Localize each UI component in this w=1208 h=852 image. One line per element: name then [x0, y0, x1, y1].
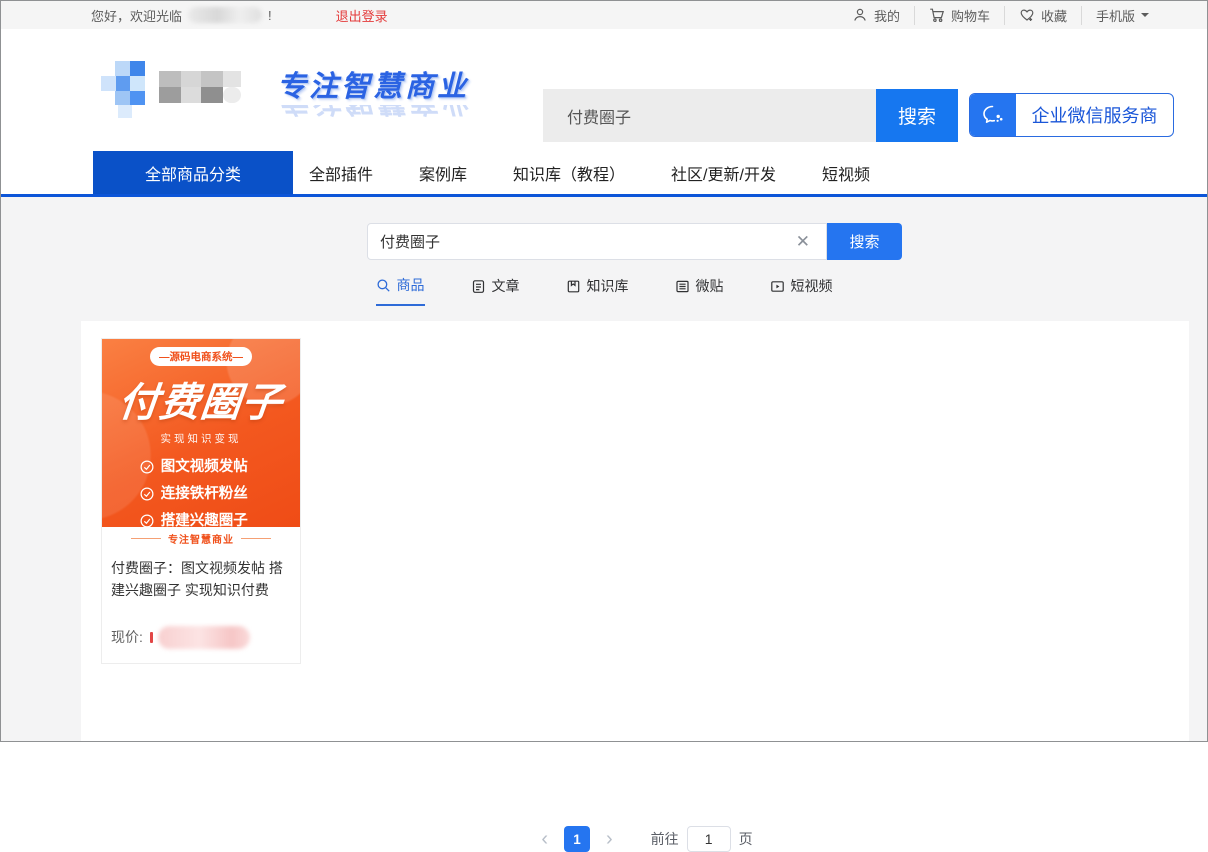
image-subtitle: 实现知识变现: [102, 431, 300, 446]
tab-knowledge-label: 知识库: [587, 276, 629, 296]
tab-goods[interactable]: 商品: [376, 275, 425, 306]
check-icon: [140, 460, 154, 474]
goto-page: 前往 页: [651, 826, 753, 852]
footer-line: [131, 538, 161, 539]
wecom-label: 企业微信服务商: [1016, 94, 1173, 136]
feature-label: 搭建兴趣圈子: [161, 508, 248, 527]
result-search: ✕ 搜索: [367, 223, 902, 260]
feature-label: 图文视频发帖: [161, 454, 248, 481]
pagination: ‹ 1 › 前往 页: [91, 826, 1199, 852]
product-price-row: 现价:: [102, 626, 300, 649]
greeting-suffix: !: [268, 8, 272, 23]
feature-label: 连接铁杆粉丝: [161, 481, 248, 508]
tab-micro-posts-label: 微贴: [696, 276, 724, 296]
next-page-button[interactable]: ›: [602, 829, 617, 849]
header-search: 搜索: [543, 89, 958, 142]
clear-icon[interactable]: ✕: [792, 233, 814, 250]
nav-items: 全部插件 案例库 知识库（教程） 社区/更新/开发 短视频: [309, 151, 870, 194]
site-header: 专注智慧商业 专注智慧商业 搜索 企业微信服务商: [1, 29, 1207, 151]
feature-row: 搭建兴趣圈子: [140, 508, 263, 527]
my-account-label: 我的: [874, 6, 900, 25]
current-page[interactable]: 1: [564, 826, 590, 852]
slogan-reflection: 专注智慧商业: [273, 105, 473, 125]
footer-text: 专注智慧商业: [168, 531, 234, 546]
topbar: 您好，欢迎光临 ! 退出登录 我的 购物车: [1, 1, 1207, 29]
feature-row: 连接铁杆粉丝: [140, 481, 263, 508]
image-footer: 专注智慧商业: [102, 527, 300, 549]
price-currency-redacted: [150, 632, 153, 643]
price-value-redacted: [158, 626, 250, 649]
list-icon: [675, 279, 690, 294]
cart-icon: [929, 7, 945, 23]
site-logo[interactable]: [101, 61, 251, 119]
book-icon: [566, 279, 581, 294]
nav-item-community[interactable]: 社区/更新/开发: [671, 161, 776, 185]
nav-item-cases[interactable]: 案例库: [419, 161, 467, 185]
document-icon: [471, 279, 486, 294]
wecom-service-badge[interactable]: 企业微信服务商: [969, 93, 1174, 137]
content-area: ✕ 搜索 商品 文章 知识库 微贴: [1, 197, 1207, 741]
footer-line: [241, 538, 271, 539]
result-tabs: 商品 文章 知识库 微贴 短视频: [1, 275, 1207, 306]
logo-image: [101, 61, 251, 119]
slogan: 专注智慧商业 专注智慧商业: [273, 63, 473, 125]
user-icon: [852, 7, 868, 23]
check-icon: [140, 514, 154, 527]
check-icon: [140, 487, 154, 501]
header-search-input[interactable]: [543, 89, 876, 142]
greeting-prefix: 您好，欢迎光临: [91, 6, 182, 25]
caret-down-icon: [1141, 13, 1149, 21]
cart-link[interactable]: 购物车: [914, 6, 1004, 25]
product-card[interactable]: —源码电商系统— 付费圈子 实现知识变现 图文视频发帖 连接铁杆粉丝: [101, 338, 301, 664]
mobile-version-link[interactable]: 手机版: [1081, 6, 1163, 25]
heart-icon: [1019, 7, 1035, 23]
tab-articles-label: 文章: [492, 276, 520, 296]
image-title: 付费圈子: [102, 370, 300, 428]
result-search-input[interactable]: [380, 233, 792, 250]
logout-link[interactable]: 退出登录: [336, 6, 388, 25]
tab-micro-posts[interactable]: 微贴: [675, 275, 724, 306]
result-search-button[interactable]: 搜索: [827, 223, 902, 260]
video-icon: [770, 279, 785, 294]
product-image: —源码电商系统— 付费圈子 实现知识变现 图文视频发帖 连接铁杆粉丝: [102, 339, 300, 527]
main-nav: 全部商品分类 全部插件 案例库 知识库（教程） 社区/更新/开发 短视频: [1, 151, 1207, 194]
wecom-icon: [970, 94, 1016, 136]
tab-articles[interactable]: 文章: [471, 275, 520, 306]
image-features: 图文视频发帖 连接铁杆粉丝 搭建兴趣圈子: [140, 454, 263, 527]
nav-item-knowledge[interactable]: 知识库（教程）: [513, 161, 625, 185]
search-icon: [376, 278, 391, 293]
goto-page-input[interactable]: [687, 826, 731, 852]
tab-knowledge[interactable]: 知识库: [566, 275, 629, 306]
nav-item-all-categories[interactable]: 全部商品分类: [93, 151, 293, 194]
header-search-button[interactable]: 搜索: [876, 89, 958, 142]
tab-short-video[interactable]: 短视频: [770, 275, 833, 306]
topbar-links: 我的 购物车 收藏 手机版: [838, 6, 1163, 25]
results-panel: —源码电商系统— 付费圈子 实现知识变现 图文视频发帖 连接铁杆粉丝: [81, 321, 1189, 741]
nav-item-plugins[interactable]: 全部插件: [309, 161, 373, 185]
favorites-label: 收藏: [1041, 6, 1067, 25]
price-label: 现价:: [111, 627, 143, 647]
product-title[interactable]: 付费圈子：图文视频发帖 搭建兴趣圈子 实现知识付费: [102, 549, 300, 602]
image-top-badge: —源码电商系统—: [150, 347, 252, 366]
greeting: 您好，欢迎光临 ! 退出登录: [91, 6, 388, 25]
tab-goods-label: 商品: [397, 275, 425, 295]
page-unit-label: 页: [739, 829, 753, 849]
tab-short-video-label: 短视频: [791, 276, 833, 296]
feature-row: 图文视频发帖: [140, 454, 263, 481]
nav-item-short-video[interactable]: 短视频: [822, 161, 870, 185]
username-redacted: [188, 7, 262, 23]
my-account-link[interactable]: 我的: [838, 6, 914, 25]
favorites-link[interactable]: 收藏: [1004, 6, 1081, 25]
goto-label: 前往: [651, 829, 679, 849]
mobile-version-label: 手机版: [1096, 6, 1135, 25]
prev-page-button[interactable]: ‹: [537, 829, 552, 849]
cart-label: 购物车: [951, 6, 990, 25]
result-search-box: ✕: [367, 223, 827, 260]
slogan-text: 专注智慧商业: [273, 63, 473, 105]
